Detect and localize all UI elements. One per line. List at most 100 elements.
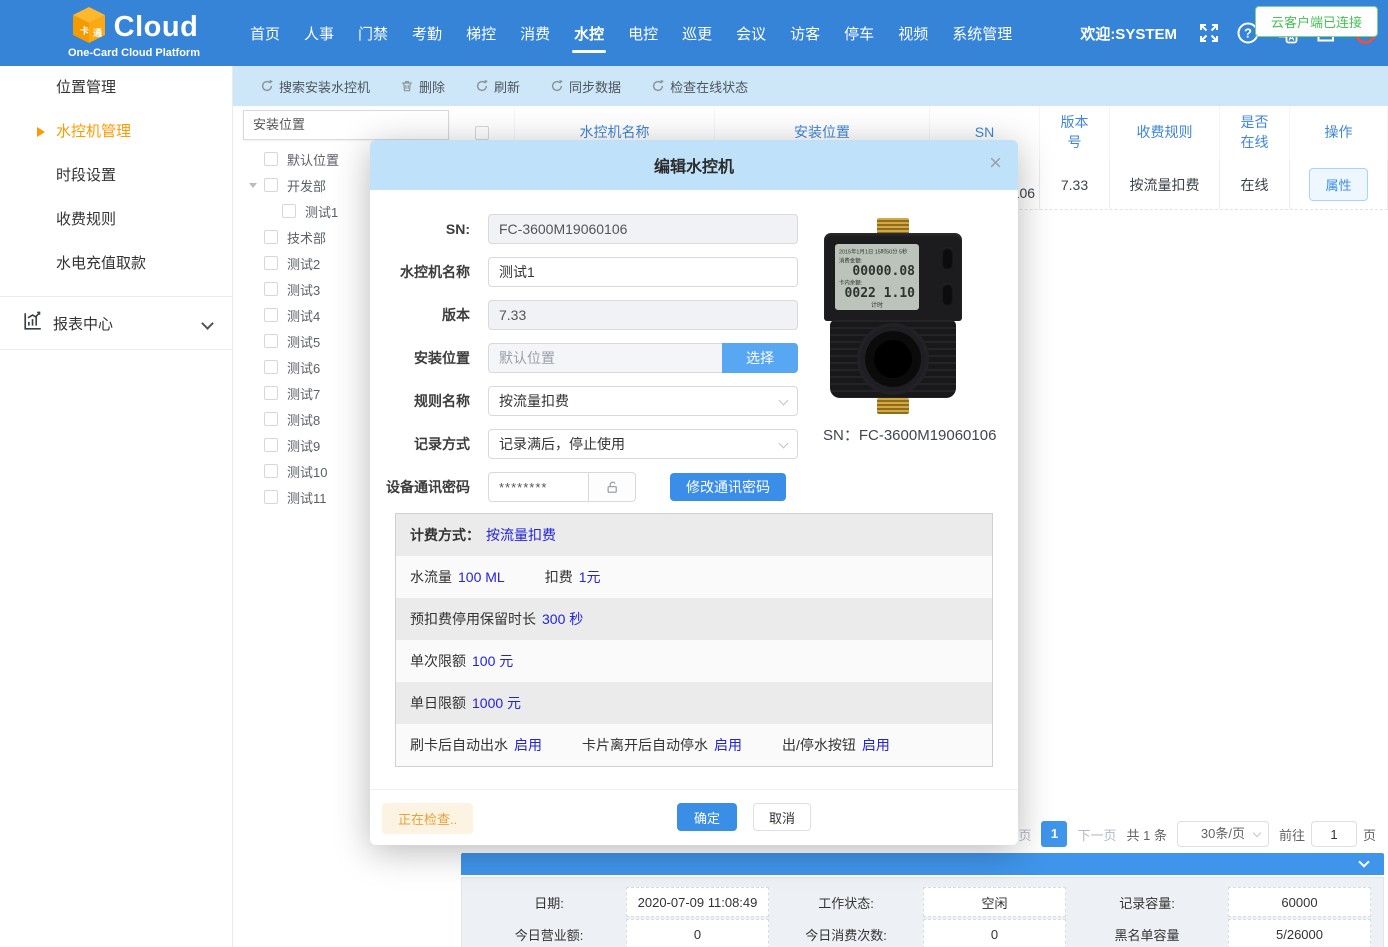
toolbar-button[interactable]: 刷新 xyxy=(462,72,533,101)
detail-value: 空闲 xyxy=(923,887,1066,917)
nav-item[interactable]: 首页 xyxy=(238,1,292,66)
brand-subtitle: One-Card Cloud Platform xyxy=(34,47,234,59)
toolbar-button[interactable]: 同步数据 xyxy=(537,72,634,101)
nav-item[interactable]: 考勤 xyxy=(400,1,454,66)
attribute-button[interactable]: 属性 xyxy=(1309,168,1367,201)
fullscreen-icon[interactable] xyxy=(1196,20,1222,46)
tree-checkbox[interactable] xyxy=(264,412,278,426)
rule-select[interactable]: 按流量扣费 xyxy=(488,386,798,416)
tree-item-label: 技术部 xyxy=(287,228,326,247)
record-mode-select[interactable]: 记录满后，停止使用 xyxy=(488,429,798,459)
billing-hold-row: 预扣费停用保留时长 300 秒 xyxy=(396,598,992,640)
expand-arrow-icon[interactable] xyxy=(249,183,257,188)
detail-collapse-bar[interactable] xyxy=(461,853,1384,875)
record-mode-value: 记录满后，停止使用 xyxy=(499,434,625,454)
tree-checkbox[interactable] xyxy=(264,308,278,322)
toolbar-button[interactable]: 搜索安装水控机 xyxy=(247,72,383,101)
name-input[interactable] xyxy=(488,257,798,287)
single-limit-value: 100 元 xyxy=(472,651,513,671)
sidebar: 位置管理 水控机管理 时段设置 收费规则 xyxy=(0,66,233,947)
nav-item[interactable]: 门禁 xyxy=(346,1,400,66)
lcd-date: 2015年1月1日 15时50分 5秒 xyxy=(839,247,907,255)
detail-value: 5/26000 xyxy=(1228,919,1371,947)
nav-item[interactable]: 视频 xyxy=(886,1,940,66)
page-size-select[interactable]: 30条/页 xyxy=(1177,821,1269,847)
page-size-value: 30条/页 xyxy=(1201,826,1245,841)
version-label: 版本 xyxy=(370,305,470,325)
next-page-button[interactable]: 下一页 xyxy=(1077,825,1116,844)
tree-item-label: 测试2 xyxy=(287,254,320,273)
sidebar-item[interactable]: 位置管理 xyxy=(0,66,232,110)
nav-item[interactable]: 消费 xyxy=(508,1,562,66)
tree-checkbox[interactable] xyxy=(264,438,278,452)
flow-label: 水流量 xyxy=(410,567,452,587)
sidebar-item[interactable]: 收费规则 xyxy=(0,198,232,242)
svg-text:卡: 卡 xyxy=(80,25,89,36)
close-icon[interactable]: × xyxy=(989,152,1002,174)
auto-stop-toggle[interactable]: 启用 xyxy=(714,735,742,755)
toolbar-button[interactable]: 检查在线状态 xyxy=(638,72,761,101)
lcd-balance-value: 0022 1.10 xyxy=(839,287,915,300)
nav-item[interactable]: 停车 xyxy=(832,1,886,66)
password-input[interactable] xyxy=(488,472,588,502)
sidebar-item-label: 位置管理 xyxy=(56,79,116,96)
auto-out-toggle[interactable]: 启用 xyxy=(514,735,542,755)
water-button-toggle[interactable]: 启用 xyxy=(862,735,890,755)
nav-item[interactable]: 电控 xyxy=(616,1,670,66)
tree-checkbox[interactable] xyxy=(264,464,278,478)
nav-item[interactable]: 巡更 xyxy=(670,1,724,66)
tree-checkbox[interactable] xyxy=(264,386,278,400)
goto-suffix: 页 xyxy=(1363,825,1376,844)
chevron-down-icon xyxy=(779,439,789,449)
goto-page-input[interactable] xyxy=(1311,821,1357,847)
tree-checkbox[interactable] xyxy=(264,178,278,192)
cloud-status-badge[interactable]: 云客户端已连接 xyxy=(1255,6,1378,37)
auto-stop-label: 卡片离开后自动停水 xyxy=(582,735,708,755)
tree-checkbox[interactable] xyxy=(264,334,278,348)
tree-item-label: 测试3 xyxy=(287,280,320,299)
tree-item-label: 测试1 xyxy=(305,202,338,221)
sidebar-item-label: 时段设置 xyxy=(56,167,116,184)
modal-footer: 正在检查.. 确定 取消 xyxy=(370,789,1018,845)
nav-item[interactable]: 访客 xyxy=(778,1,832,66)
column-header: 是否 在线 xyxy=(1220,106,1290,160)
unlock-icon[interactable] xyxy=(588,472,636,502)
chart-icon xyxy=(22,310,44,336)
nav-item[interactable]: 梯控 xyxy=(454,1,508,66)
confirm-button[interactable]: 确定 xyxy=(677,803,737,831)
tree-checkbox[interactable] xyxy=(264,490,278,504)
sidebar-item[interactable]: 时段设置 xyxy=(0,154,232,198)
tree-checkbox[interactable] xyxy=(264,256,278,270)
tree-header[interactable]: 安装位置 xyxy=(243,110,449,140)
tree-checkbox[interactable] xyxy=(264,282,278,296)
nav-item[interactable]: 水控 xyxy=(562,1,616,66)
choose-location-button[interactable]: 选择 xyxy=(722,343,798,373)
change-password-button[interactable]: 修改通讯密码 xyxy=(670,473,786,501)
nav-item[interactable]: 人事 xyxy=(292,1,346,66)
billing-method-link[interactable]: 按流量扣费 xyxy=(486,525,556,545)
tree-checkbox[interactable] xyxy=(282,204,296,218)
refresh-icon xyxy=(260,79,274,93)
sidebar-item[interactable]: 水电充值取款 xyxy=(0,242,232,286)
device-lcd: 2015年1月1日 15时50分 5秒 消费金额: 00000.08 卡内余额:… xyxy=(835,244,919,310)
card-reader-center xyxy=(874,340,912,378)
tree-checkbox[interactable] xyxy=(264,230,278,244)
detail-label: 日期: xyxy=(474,887,624,917)
location-label: 安装位置 xyxy=(370,348,470,368)
sidebar-item-reports[interactable]: 报表中心 xyxy=(0,296,232,350)
tree-item-label: 测试4 xyxy=(287,306,320,325)
tree-checkbox[interactable] xyxy=(264,152,278,166)
welcome-text: 欢迎:SYSTEM xyxy=(1080,23,1177,44)
current-page-button[interactable]: 1 xyxy=(1041,821,1067,847)
toolbar-button[interactable]: 删除 xyxy=(387,72,458,101)
tree-checkbox[interactable] xyxy=(264,360,278,374)
brass-connector-bottom xyxy=(877,398,909,414)
device-detail-panel: 日期: 2020-07-09 11:08:49 工作状态: 空闲 记录容量: 6… xyxy=(461,853,1384,947)
sidebar-item[interactable]: 水控机管理 xyxy=(0,110,232,154)
select-all-checkbox[interactable] xyxy=(475,126,489,140)
cancel-button[interactable]: 取消 xyxy=(753,803,811,831)
nav-item[interactable]: 系统管理 xyxy=(940,1,1024,66)
nav-item[interactable]: 会议 xyxy=(724,1,778,66)
billing-method-label: 计费方式： xyxy=(410,525,480,545)
daily-limit-value: 1000 元 xyxy=(472,693,521,713)
